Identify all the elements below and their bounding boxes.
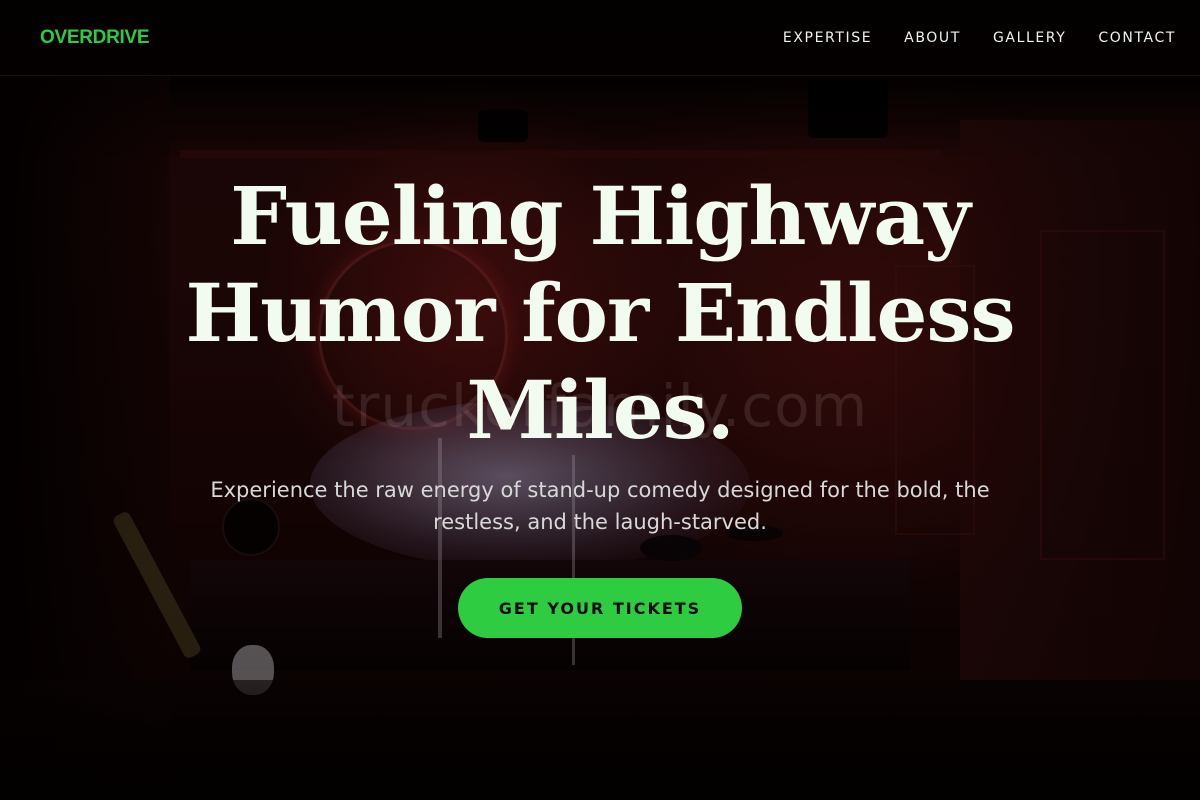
- nav-link-expertise[interactable]: EXPERTISE: [783, 30, 872, 46]
- site-header: OVERDRIVE EXPERTISE ABOUT GALLERY CONTAC…: [0, 0, 1200, 76]
- hero-title: Fueling Highway Humor for Endless Miles.: [185, 169, 1016, 457]
- main-nav: EXPERTISE ABOUT GALLERY CONTACT: [751, 30, 1176, 46]
- nav-link-contact[interactable]: CONTACT: [1098, 30, 1176, 46]
- nav-link-gallery[interactable]: GALLERY: [993, 30, 1066, 46]
- nav-link-about[interactable]: ABOUT: [904, 30, 961, 46]
- hero-subtitle: Experience the raw energy of stand-up co…: [210, 478, 990, 534]
- hero-section: Fueling Highway Humor for Endless Miles.: [0, 168, 1200, 459]
- get-tickets-button[interactable]: GET YOUR TICKETS: [458, 578, 742, 638]
- brand-logo[interactable]: OVERDRIVE: [40, 27, 150, 49]
